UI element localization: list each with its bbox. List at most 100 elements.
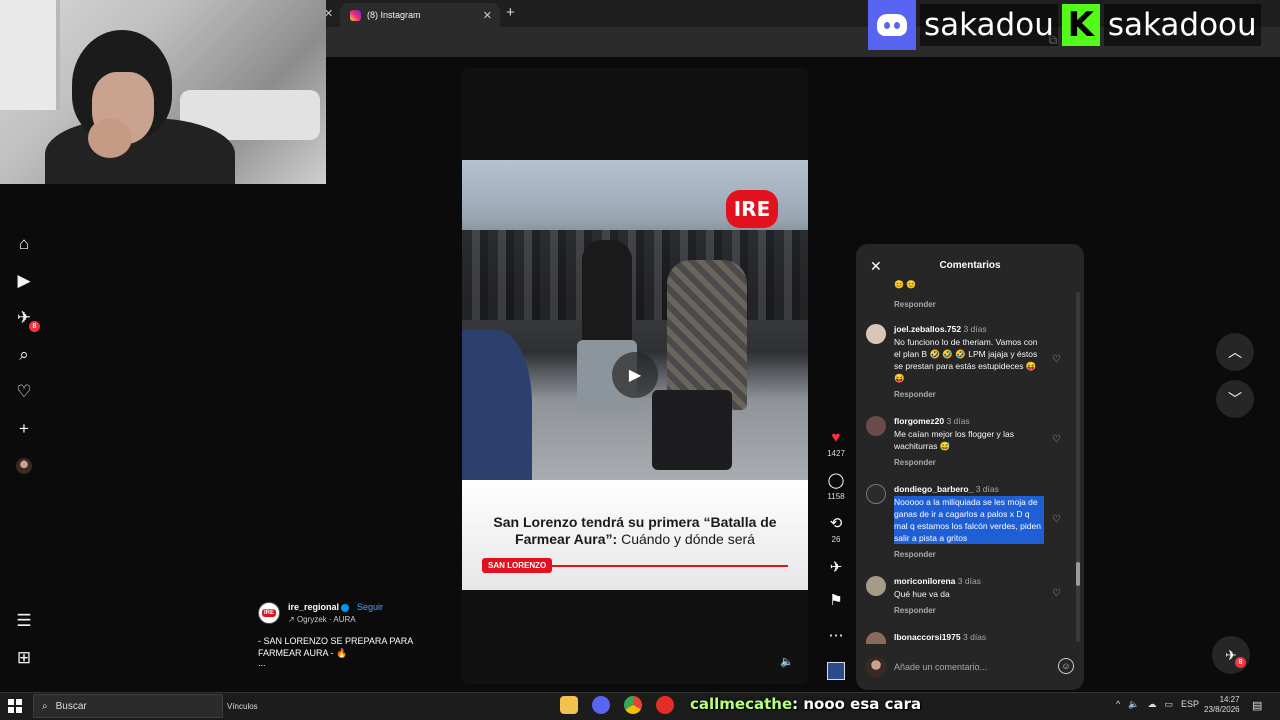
taskbar-search[interactable]: ⌕ Buscar: [33, 694, 223, 718]
comments-list: 😊 😊 Responder joel.zeballos.752 3 días N…: [856, 280, 1084, 644]
chrome-icon[interactable]: [624, 696, 642, 714]
heart-icon[interactable]: ♡: [1052, 354, 1061, 365]
caption-line: - SAN LORENZO SE PREPARA PARA: [258, 636, 414, 646]
language-indicator[interactable]: ESP: [1181, 699, 1199, 710]
comment-action[interactable]: ◯ 1158: [822, 472, 850, 502]
comment-user[interactable]: lbonaccorsi1975: [894, 632, 961, 642]
avatar[interactable]: [866, 632, 886, 644]
kick-handle: sakadoou: [1103, 4, 1261, 46]
volume-icon[interactable]: 🔈: [1128, 699, 1139, 710]
comments-title: Comentarios: [939, 260, 1001, 271]
webcam-overlay: [0, 0, 326, 184]
messages-fab[interactable]: ✈ 8: [1212, 636, 1250, 674]
messages-badge: 8: [29, 321, 40, 332]
taskbar-apps: [560, 696, 674, 714]
comment-count: 1158: [827, 492, 845, 501]
comment-input[interactable]: [894, 658, 1044, 676]
emoji-icon[interactable]: ☺: [1058, 658, 1074, 674]
avatar[interactable]: [866, 484, 886, 504]
account-name[interactable]: ire_regional: [288, 602, 350, 612]
also-from-meta-icon[interactable]: ⊞: [12, 646, 36, 670]
create-plus-icon[interactable]: +: [12, 417, 36, 441]
comment-user[interactable]: joel.zeballos.752: [894, 324, 961, 334]
file-explorer-icon[interactable]: [560, 696, 578, 714]
share-action[interactable]: ✈: [822, 560, 850, 576]
repost-action[interactable]: ⟲ 26: [822, 515, 850, 545]
save-action[interactable]: ⚑: [822, 593, 850, 609]
play-icon[interactable]: ▶: [612, 352, 658, 398]
reply-button[interactable]: Responder: [894, 606, 936, 615]
chevron-up-icon: ︿: [1228, 344, 1242, 360]
chevron-down-icon: ﹀: [1228, 391, 1242, 407]
kick-icon: K: [1061, 4, 1100, 46]
reels-icon[interactable]: ▶: [12, 269, 36, 293]
search-icon[interactable]: ⌕: [12, 343, 36, 367]
more-menu-icon[interactable]: ☰: [12, 609, 36, 633]
new-tab-button[interactable]: +: [506, 4, 515, 21]
caption-more[interactable]: ...: [258, 658, 266, 668]
comment-text-selected: Nooooo a la miliquiada se les moja de ga…: [894, 496, 1044, 544]
like-count: 1427: [827, 449, 845, 458]
avatar[interactable]: [866, 576, 886, 596]
notifications-heart-icon[interactable]: ♡: [12, 380, 36, 404]
scrollbar-thumb[interactable]: [1076, 562, 1080, 586]
instagram-favicon-icon: [350, 9, 361, 21]
messages-badge: 8: [1235, 657, 1246, 668]
media-player-icon[interactable]: [656, 696, 674, 714]
reel-player[interactable]: IRE ▶ San Lorenzo tendrá su primera “Bat…: [462, 68, 808, 684]
comments-panel: ✕ Comentarios 😊 😊 Responder joel.zeballo…: [856, 244, 1084, 690]
reply-button[interactable]: Responder: [894, 458, 936, 467]
social-overlay: sakadou K sakadoou: [868, 0, 1278, 50]
scrollbar[interactable]: [1076, 292, 1080, 642]
repost-icon: ⟲: [829, 515, 843, 532]
reply-button[interactable]: Responder: [894, 300, 936, 309]
tab-close-button[interactable]: ✕: [483, 9, 492, 22]
avatar[interactable]: [866, 416, 886, 436]
tab-instagram[interactable]: (8) Instagram ✕: [340, 3, 500, 27]
stream-chat-message: callmecathe: nooo esa cara: [690, 695, 922, 713]
audio-toggle-icon[interactable]: 🔈: [780, 655, 794, 668]
notification-icon[interactable]: ▤: [1252, 699, 1262, 712]
tab-title: (8) Instagram: [367, 10, 421, 20]
heart-icon[interactable]: ♡: [1052, 514, 1061, 525]
previous-reel-button[interactable]: ︿: [1216, 333, 1254, 371]
account-avatar[interactable]: IRE: [258, 602, 280, 624]
network-icon[interactable]: ▭: [1164, 699, 1173, 710]
reply-button[interactable]: Responder: [894, 390, 936, 399]
comment-bubble-icon: ◯: [827, 472, 845, 489]
home-icon[interactable]: ⌂: [12, 232, 36, 256]
audio-track[interactable]: ↗ Ogryzek · AURA: [288, 615, 356, 624]
discord-app-icon[interactable]: [592, 696, 610, 714]
follow-button[interactable]: Seguir: [357, 602, 383, 612]
messages-icon[interactable]: ✈ 8: [12, 306, 40, 332]
heart-filled-icon: ♥: [831, 429, 841, 446]
like-action[interactable]: ♥ 1427: [822, 429, 850, 459]
more-options[interactable]: ⋯: [822, 628, 850, 644]
discord-handle: sakadou: [920, 4, 1058, 46]
audio-thumbnail[interactable]: [827, 662, 845, 680]
comment-user[interactable]: florgomez20: [894, 416, 944, 426]
system-clock[interactable]: 14:27 23/8/2026: [1204, 695, 1240, 715]
reply-button[interactable]: Responder: [894, 550, 936, 559]
chevron-up-icon[interactable]: ^: [1116, 699, 1120, 710]
comment-emoji-tail: 😊 😊: [894, 280, 917, 289]
repost-count: 26: [831, 535, 841, 544]
reel-video[interactable]: IRE ▶: [462, 160, 808, 480]
profile-avatar[interactable]: [12, 454, 36, 478]
system-tray: ^ 🔈 ☁ ▭ ESP: [1116, 699, 1199, 710]
caption-line: FARMEAR AURA - 🔥: [258, 648, 348, 658]
comment-text: Qué hue va da: [894, 589, 950, 599]
links-toolbar[interactable]: Vínculos: [227, 702, 258, 711]
cloud-icon[interactable]: ☁: [1147, 699, 1156, 710]
avatar[interactable]: [866, 324, 886, 344]
next-reel-button[interactable]: ﹀: [1216, 380, 1254, 418]
taskbar-search-label: Buscar: [55, 700, 87, 712]
heart-icon[interactable]: ♡: [1052, 434, 1061, 445]
comment-user[interactable]: moriconilorena: [894, 576, 955, 586]
heart-icon[interactable]: ♡: [1052, 588, 1061, 599]
location-tag: SAN LORENZO: [482, 558, 553, 573]
windows-start-icon[interactable]: [8, 699, 22, 713]
reel-headline: San Lorenzo tendrá su primera “Batalla d…: [493, 514, 777, 547]
discord-icon: [868, 0, 916, 50]
comment-user[interactable]: dondiego_barbero_: [894, 484, 973, 494]
